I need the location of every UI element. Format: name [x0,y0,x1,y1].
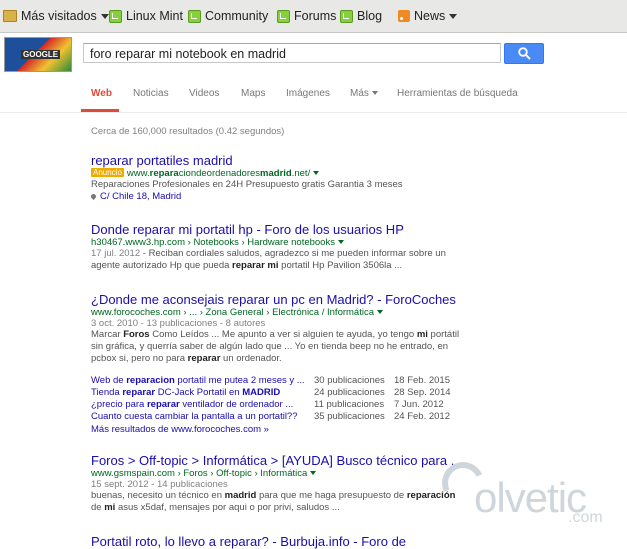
sitelink[interactable]: Web de reparacion portatil me putea 2 me… [91,375,305,386]
bookmark-news[interactable]: News [398,8,458,24]
caret-down-icon[interactable] [377,310,383,314]
map-pin-icon [89,192,98,201]
linux-mint-icon [188,9,201,23]
result-url: www.gsmspain.com › Foros › Off-topic › I… [91,468,466,479]
bookmark-label: Blog [357,9,383,23]
map-location-link[interactable]: C/ Chile 18, Madrid [89,191,403,202]
search-button[interactable] [504,43,544,64]
bookmark-forums[interactable]: Forums [277,8,336,24]
bookmark-label: Forums [294,9,337,23]
tab-label: Más [350,88,369,99]
watermark-suffix: .com [568,509,603,526]
tab-imagenes[interactable]: Imágenes [286,88,330,99]
caret-down-icon[interactable] [310,471,317,475]
bookmark-most-visited[interactable]: Más visitados [3,8,109,24]
tab-noticias[interactable]: Noticias [133,88,169,99]
result-snippet: buenas, necesito un técnico en madrid pa… [91,490,456,513]
caret-down-icon[interactable] [337,240,344,244]
search-result: Foros > Off-topic > Informática > [AYUDA… [91,453,466,514]
folder-icon [3,10,17,22]
bookmark-label: Más visitados [21,9,97,23]
ad-badge: Anuncio [91,168,124,177]
tab-videos[interactable]: Videos [189,88,219,99]
ad-result: reparar portatiles madrid Anuncio www.rep… [89,153,403,202]
result-title-link[interactable]: ¿Donde me aconsejais reparar un pc en Ma… [91,292,466,307]
result-title-link[interactable]: Donde reparar mi portatil hp - Foro de l… [91,222,471,237]
bookmark-linux-mint[interactable]: Linux Mint [109,8,183,24]
search-icon [518,47,531,60]
sitelink-posts: 30 publicaciones [314,375,385,386]
more-results-link[interactable]: Más resultados de www.forocoches.com » [91,424,269,435]
bookmark-blog[interactable]: Blog [340,8,382,24]
tab-herramientas[interactable]: Herramientas de búsqueda [397,88,518,99]
active-tab-indicator [81,109,119,112]
result-snippet: Reparaciones Profesionales en 24H Presup… [91,179,403,190]
chevron-down-icon [371,91,378,96]
google-doodle-logo[interactable]: GOOGLE [4,37,72,72]
result-title-link[interactable]: reparar portatiles madrid [91,153,403,168]
tab-mas[interactable]: Más [350,88,378,99]
sitelink-date: 24 Feb. 2012 [394,411,450,422]
search-input[interactable]: foro reparar mi notebook en madrid [83,43,501,63]
sitelink[interactable]: Cuanto cuesta cambiar la pantalla a un p… [91,411,298,422]
linux-mint-icon [340,9,353,23]
rss-icon [398,10,410,22]
sitelink-date: 7 Jun. 2012 [394,399,444,410]
result-url: Anuncio www.reparaciondeordenadoresmadrid… [91,168,403,179]
result-title-link[interactable]: Portatil roto, lo llevo a reparar? - Bur… [91,534,406,549]
result-stats: Cerca de 160,000 resultados (0.42 segund… [91,126,285,137]
bookmark-community[interactable]: Community [188,8,268,24]
search-result: Portatil roto, lo llevo a reparar? - Bur… [91,534,406,549]
tab-maps[interactable]: Maps [241,88,265,99]
tab-web[interactable]: Web [91,88,112,99]
linux-mint-icon [109,9,122,23]
result-meta: 15 sept. 2012 - 14 publicaciones [91,479,228,490]
bookmark-label: Community [205,9,269,23]
result-url: h30467.www3.hp.com › Notebooks › Hardwar… [91,237,471,248]
caret-down-icon[interactable] [313,171,320,175]
linux-mint-icon [277,9,290,23]
result-url: www.forocoches.com › ... › Zona General … [91,307,466,318]
result-snippet: Marcar Foros Como Leídos ... Me apunto a… [91,329,460,364]
sitelink[interactable]: ¿precio para reparar ventilador de orden… [91,399,293,410]
sitelink-posts: 11 publicaciones [314,399,385,410]
result-snippet: 17 jul. 2012 - Reciban cordiales saludos… [91,248,446,271]
bookmark-label: News [414,9,446,23]
chevron-down-icon [100,13,109,19]
bookmark-label: Linux Mint [126,9,183,23]
sitelink-posts: 35 publicaciones [314,411,385,422]
sitelink[interactable]: Tienda reparar DC-Jack Portatil en MADRI… [91,387,280,398]
result-meta: 3 oct. 2010 - 13 publicaciones - 8 autor… [91,318,266,329]
search-result: Donde reparar mi portatil hp - Foro de l… [91,222,471,272]
sitelink-date: 28 Sep. 2014 [394,387,451,398]
sitelink-posts: 24 publicaciones [314,387,385,398]
search-result: ¿Donde me aconsejais reparar un pc en Ma… [91,292,466,365]
logo-text: GOOGLE [21,50,61,59]
result-title-link[interactable]: Foros > Off-topic > Informática > [AYUDA… [91,453,466,468]
chevron-down-icon [449,13,458,19]
bookmarks-bar: Más visitados Linux Mint Community Forum… [0,0,627,33]
sitelink-date: 18 Feb. 2015 [394,375,450,386]
